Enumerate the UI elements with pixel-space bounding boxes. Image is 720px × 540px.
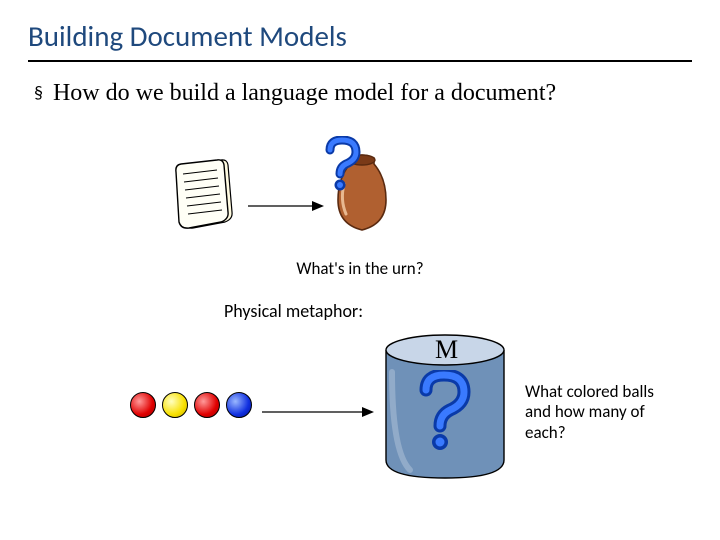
ball-red bbox=[130, 392, 156, 418]
bullet-marker: § bbox=[34, 80, 43, 107]
ball-yellow bbox=[162, 392, 188, 418]
balls-group bbox=[130, 392, 252, 418]
bullet-text: How do we build a language model for a d… bbox=[53, 80, 556, 107]
ball-red bbox=[194, 392, 220, 418]
diagram-row-2: M What colored balls and how many of eac… bbox=[0, 332, 720, 492]
arrow-icon bbox=[262, 404, 374, 423]
document-icon bbox=[175, 156, 237, 239]
ball-blue bbox=[226, 392, 252, 418]
metaphor-caption: Physical metaphor: bbox=[224, 300, 363, 322]
question-icon bbox=[410, 370, 476, 457]
side-question: What colored balls and how many of each? bbox=[525, 382, 665, 443]
diagram-row-1 bbox=[0, 150, 720, 240]
cylinder-label: M bbox=[435, 335, 458, 365]
slide-title: Building Document Models bbox=[28, 18, 692, 62]
urn-caption: What's in the urn? bbox=[0, 258, 720, 279]
slide: Building Document Models § How do we bui… bbox=[0, 0, 720, 107]
question-icon bbox=[318, 136, 364, 197]
arrow-icon bbox=[248, 198, 324, 217]
bullet-item: § How do we build a language model for a… bbox=[34, 80, 692, 107]
